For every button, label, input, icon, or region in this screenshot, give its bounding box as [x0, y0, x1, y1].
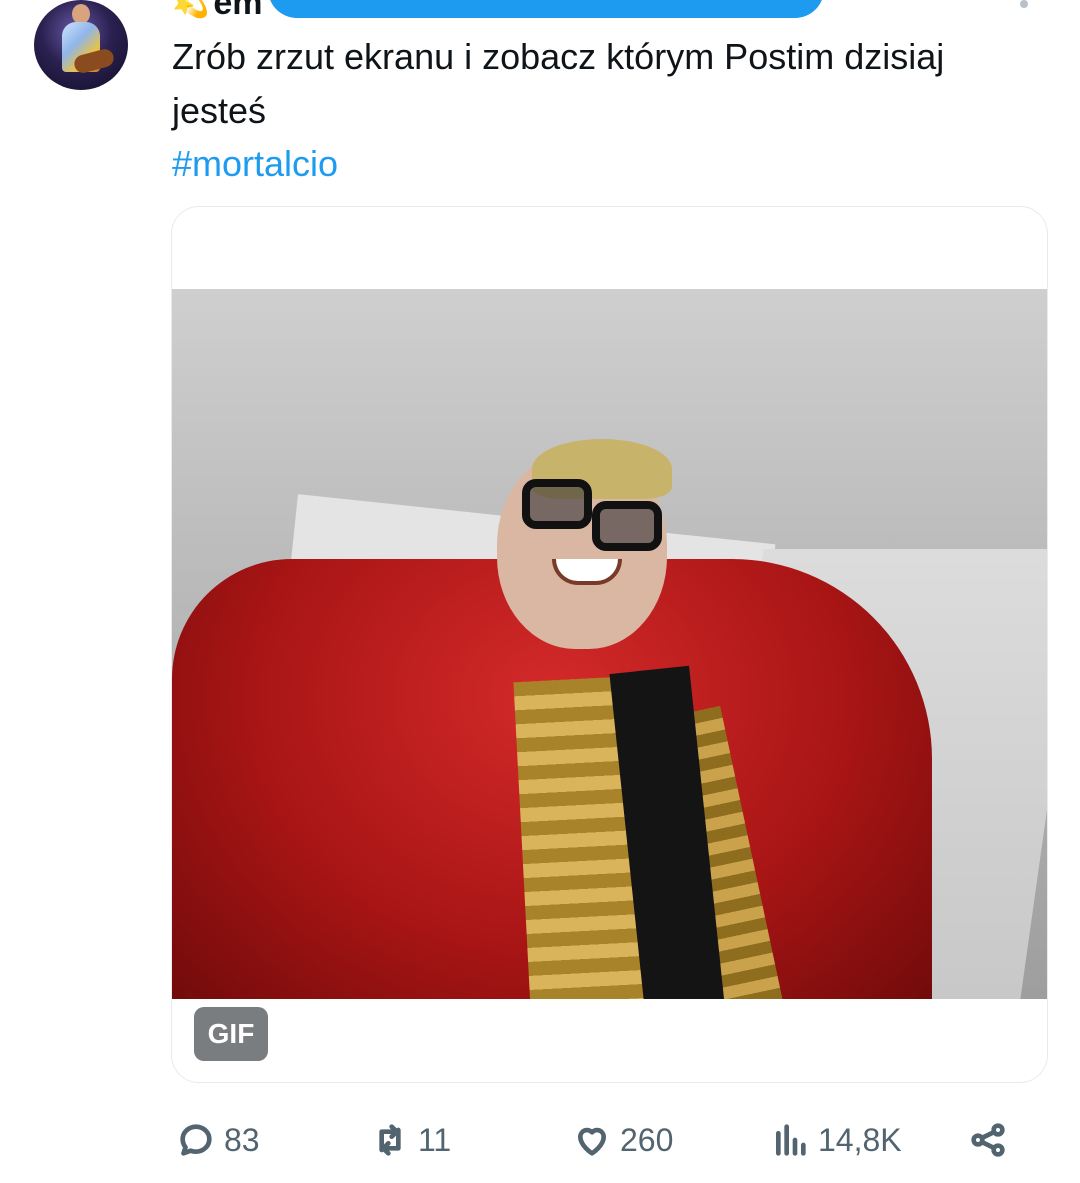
new-posts-pill[interactable] — [268, 0, 824, 18]
avatar[interactable] — [34, 0, 128, 90]
retweet-count: 11 — [418, 1121, 452, 1158]
gif-image[interactable] — [172, 289, 1047, 999]
reply-button[interactable]: 83 — [176, 1110, 260, 1170]
views-button[interactable]: 14,8K — [770, 1110, 902, 1170]
like-button[interactable]: 260 — [572, 1110, 673, 1170]
heart-icon — [578, 1127, 606, 1156]
views-chart-icon — [776, 1124, 806, 1156]
share-button[interactable] — [968, 1110, 1008, 1170]
author-name: em — [213, 0, 263, 20]
sparkle-icon: 💫 — [172, 0, 210, 19]
reply-count: 83 — [224, 1121, 260, 1158]
share-icon — [971, 1123, 1005, 1157]
views-count: 14,8K — [818, 1121, 902, 1158]
like-count: 260 — [620, 1121, 674, 1158]
tweet-text: Zrób zrzut ekranu i zobacz którym Postim… — [172, 36, 945, 131]
retweet-icon — [379, 1124, 401, 1156]
more-options-icon[interactable] — [1014, 0, 1034, 20]
gif-badge: GIF — [194, 1007, 268, 1061]
hashtag-link[interactable]: #mortalcio — [172, 137, 338, 191]
media-card[interactable]: GIF — [171, 206, 1048, 1083]
reply-icon — [180, 1124, 212, 1156]
tweet-actions: 83 11 260 14,8K — [0, 1110, 1080, 1170]
retweet-button[interactable]: 11 — [370, 1110, 451, 1170]
author-name-row[interactable]: 💫 em — [172, 0, 263, 20]
